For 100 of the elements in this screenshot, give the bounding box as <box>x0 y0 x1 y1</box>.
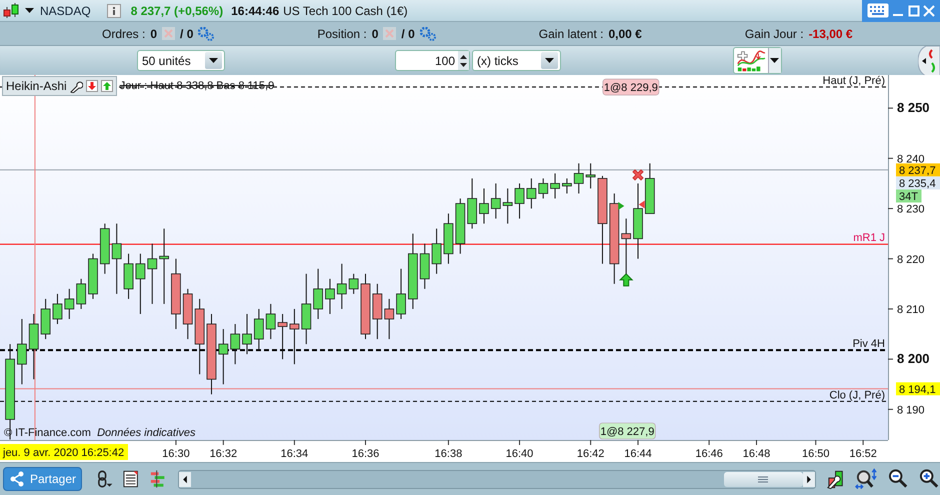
date-badge: jeu. 9 avr. 2020 16:25:42 <box>0 444 128 460</box>
candle <box>301 273 312 345</box>
line-label: Haut (J, Pré) <box>822 75 885 88</box>
candle <box>112 223 122 294</box>
candle <box>621 218 632 274</box>
quote-time: 16:44:46 <box>231 4 280 18</box>
quantity-spinner[interactable]: 100 <box>395 50 470 71</box>
candle <box>124 253 134 300</box>
gain-value: -13,00 € <box>808 26 853 40</box>
zoom-out-icon[interactable] <box>888 468 909 490</box>
candle <box>28 313 39 380</box>
x-axis-label: 16:32 <box>210 448 238 460</box>
candle <box>254 308 264 350</box>
candle <box>52 293 62 325</box>
summary-label: Gain latent : <box>538 26 604 40</box>
arrow-down-icon[interactable] <box>86 80 98 92</box>
y-axis-label: 8 240 <box>897 153 925 166</box>
summary-count: / 0 <box>180 26 194 40</box>
candle <box>17 318 27 385</box>
candle <box>360 273 370 340</box>
caret-icon[interactable] <box>25 8 34 14</box>
candle <box>313 268 324 320</box>
candle <box>455 198 466 254</box>
summary-label: Gain Jour : <box>744 26 804 40</box>
candle <box>171 258 181 330</box>
bars-icon[interactable] <box>148 470 166 488</box>
line-label: Clo (J, Pré) <box>829 389 885 402</box>
candle <box>147 243 158 304</box>
x-axis-label: 16:42 <box>576 448 604 460</box>
units-dropdown[interactable]: 50 unités <box>137 50 225 71</box>
order-tag: 1@8 229,9 <box>602 78 660 96</box>
close-icon[interactable] <box>923 4 936 16</box>
candle <box>574 162 584 194</box>
wrench-icon[interactable] <box>70 80 83 92</box>
scroll-left-icon[interactable] <box>178 472 191 486</box>
candle <box>290 308 300 365</box>
candle <box>550 172 560 199</box>
candles-icon[interactable] <box>3 2 19 20</box>
x-axis-label: 16:52 <box>849 448 877 460</box>
candle <box>40 298 51 340</box>
candle <box>372 283 382 340</box>
line-label: mR1 J <box>853 232 885 244</box>
order-tag: 1@8 227,9 <box>599 422 656 440</box>
candle <box>479 188 489 224</box>
arrow-up-icon <box>618 273 634 286</box>
y-axis-label: 8 230 <box>897 204 925 216</box>
x-axis-label: 16:46 <box>695 448 723 460</box>
side-panel-tab[interactable] <box>918 46 940 76</box>
x-axis-label: 16:40 <box>506 448 534 460</box>
quote-change: 8 237,7 (+0,56%) <box>130 4 224 18</box>
x-axis-label: 16:38 <box>434 448 462 460</box>
candle <box>526 178 536 210</box>
candle <box>64 288 74 320</box>
horizontal-scrollbar[interactable] <box>178 470 816 488</box>
caret-icon <box>209 58 218 64</box>
candle <box>444 213 454 264</box>
scroll-right-icon[interactable] <box>802 472 815 486</box>
scroll-thumb[interactable] <box>724 472 803 486</box>
summary-count: 0 <box>372 26 378 40</box>
zoom-fit-icon[interactable] <box>854 468 878 490</box>
candle <box>278 313 288 360</box>
caret-icon[interactable] <box>770 58 780 64</box>
link-icon[interactable] <box>96 470 114 488</box>
line-label: Piv 4H <box>852 338 885 350</box>
info-icon[interactable] <box>106 4 121 18</box>
price-badge: 8 237,7 <box>896 163 940 177</box>
x-axis-label: 16:30 <box>162 448 190 460</box>
instrument-title: US Tech 100 Cash (1€) <box>283 4 408 18</box>
candle <box>336 263 347 310</box>
candle <box>432 228 442 274</box>
x-axis-label: 16:44 <box>624 448 652 460</box>
candle <box>230 324 240 365</box>
candle <box>348 273 359 294</box>
gears-icon[interactable] <box>420 26 436 40</box>
y-axis-label: 8 210 <box>897 304 925 316</box>
share-icon <box>9 471 25 487</box>
list-icon[interactable] <box>123 470 139 488</box>
price-badge: 8 235,4 <box>896 176 940 190</box>
y-axis-label: 8 250 <box>897 100 930 116</box>
candle <box>396 268 406 320</box>
candle <box>514 182 524 220</box>
y-axis-label: 8 200 <box>897 351 930 366</box>
arrow-up-icon[interactable] <box>100 80 113 92</box>
chart-settings-icon[interactable] <box>826 468 845 490</box>
x-axis-label: 16:48 <box>742 448 770 460</box>
candle <box>182 288 193 340</box>
price-badge: 34T <box>896 190 922 203</box>
candle <box>100 223 110 274</box>
zoom-in-icon[interactable] <box>918 468 940 490</box>
triangle-icon <box>638 200 645 209</box>
cross-marker-icon <box>632 169 644 181</box>
indicators-button[interactable] <box>733 47 782 74</box>
candle <box>586 162 596 189</box>
instrument-name[interactable]: NASDAQ <box>40 4 91 18</box>
spinner-arrows-icon[interactable] <box>459 52 468 68</box>
mode-dropdown[interactable]: (x) ticks <box>472 50 561 71</box>
gain-value: 0,00 € <box>608 26 642 40</box>
gears-icon[interactable] <box>198 26 214 40</box>
maximize-icon[interactable] <box>908 4 920 16</box>
keyboard-icon[interactable] <box>866 3 889 18</box>
